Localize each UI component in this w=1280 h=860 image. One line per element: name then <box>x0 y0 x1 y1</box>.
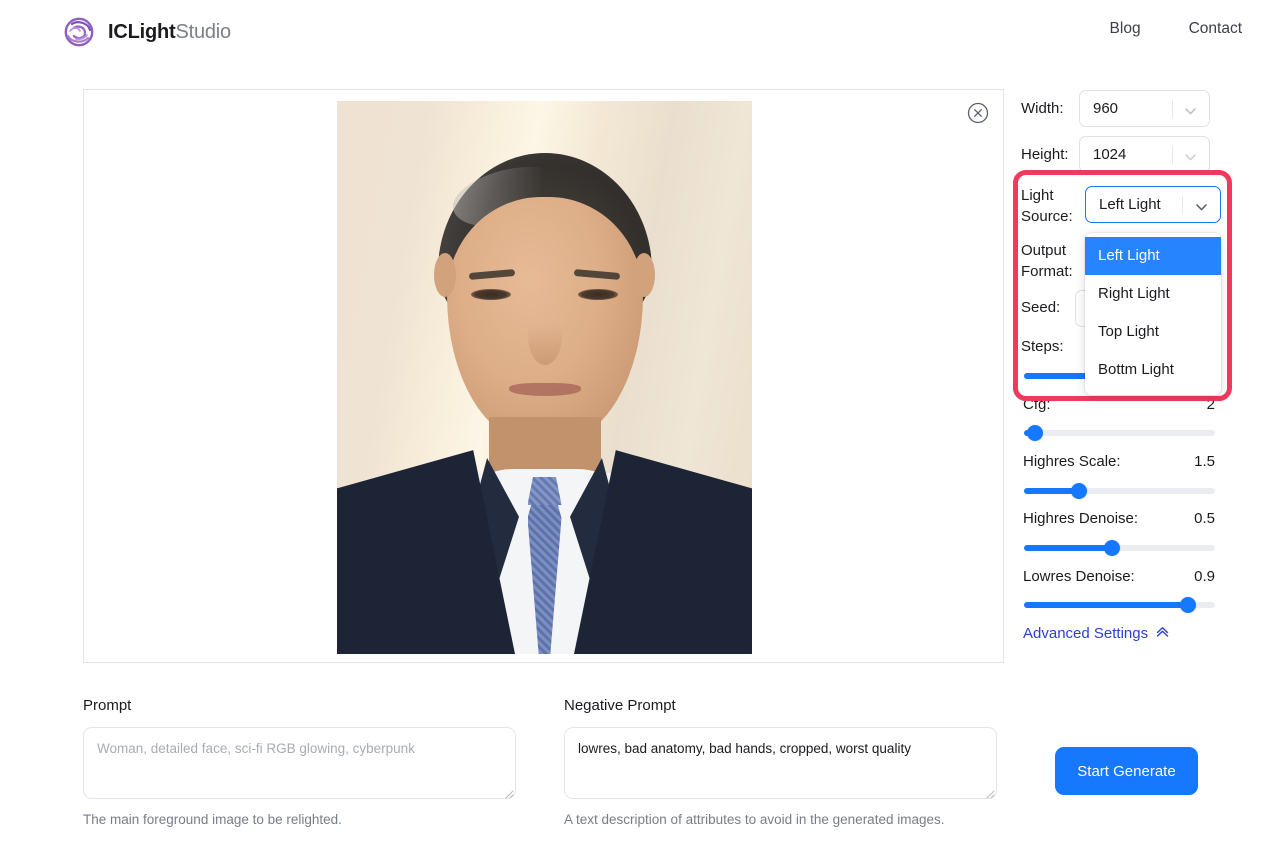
slider-thumb[interactable] <box>1180 597 1196 613</box>
app-root: ICLightStudio Blog Contact <box>0 0 1280 860</box>
advanced-settings-label: Advanced Settings <box>1023 625 1148 642</box>
light-source-value: Left Light <box>1099 196 1161 213</box>
lowres-denoise-value: 0.9 <box>1175 568 1215 585</box>
lowres-denoise-slider[interactable] <box>1024 602 1215 608</box>
nav-link-contact[interactable]: Contact <box>1189 20 1242 38</box>
foreground-image[interactable] <box>337 101 752 654</box>
cfg-value: 2 <box>1175 396 1215 413</box>
height-label: Height: <box>1021 146 1069 163</box>
brand-title: ICLightStudio <box>108 21 231 44</box>
advanced-settings-toggle[interactable]: Advanced Settings <box>1023 625 1170 642</box>
chevron-down-icon <box>1195 200 1208 217</box>
slider-thumb[interactable] <box>1027 425 1043 441</box>
width-value: 960 <box>1093 100 1118 117</box>
start-generate-button[interactable]: Start Generate <box>1055 747 1198 795</box>
dropdown-option-top-light[interactable]: Top Light <box>1085 313 1221 351</box>
select-divider <box>1172 146 1173 164</box>
dropdown-option-left-light[interactable]: Left Light <box>1085 237 1221 275</box>
photo-nose <box>528 307 562 365</box>
swirl-logo-icon <box>62 15 96 49</box>
negative-prompt-input[interactable]: lowres, bad anatomy, bad hands, cropped,… <box>564 727 997 799</box>
slider-fill <box>1024 545 1112 551</box>
brand-title-light: Studio <box>175 21 231 43</box>
app-header: ICLightStudio Blog Contact <box>0 0 1280 64</box>
slider-thumb[interactable] <box>1104 540 1120 556</box>
height-value: 1024 <box>1093 146 1126 163</box>
highres-scale-value: 1.5 <box>1175 453 1215 470</box>
photo-eye-right <box>578 289 618 300</box>
prompt-input[interactable]: Woman, detailed face, sci-fi RGB glowing… <box>83 727 516 799</box>
highres-denoise-label: Highres Denoise: <box>1023 510 1138 527</box>
chevron-down-icon <box>1184 104 1197 121</box>
slider-fill <box>1024 602 1188 608</box>
highres-denoise-value: 0.5 <box>1175 510 1215 527</box>
width-label: Width: <box>1021 100 1064 117</box>
light-source-label: Light Source: <box>1021 185 1083 227</box>
image-preview-panel <box>83 89 1004 663</box>
light-source-select[interactable]: Left Light <box>1085 186 1221 223</box>
negative-prompt-label: Negative Prompt <box>564 697 676 714</box>
light-source-dropdown[interactable]: Left Light Right Light Top Light Bottm L… <box>1085 233 1221 395</box>
negative-prompt-hint: A text description of attributes to avoi… <box>564 812 944 827</box>
slider-thumb[interactable] <box>1071 483 1087 499</box>
header-nav: Blog Contact <box>1110 20 1242 38</box>
width-select[interactable]: 960 <box>1079 90 1210 127</box>
dropdown-option-right-light[interactable]: Right Light <box>1085 275 1221 313</box>
slider-track <box>1024 430 1215 436</box>
nav-link-blog[interactable]: Blog <box>1110 20 1141 38</box>
photo-ear-left <box>434 253 456 297</box>
chevron-down-icon <box>1184 150 1197 167</box>
select-divider <box>1182 196 1183 214</box>
chevron-double-up-icon <box>1155 625 1170 642</box>
output-format-label: Output Format: <box>1021 240 1085 282</box>
photo-tie-knot <box>528 477 562 505</box>
cfg-label: Cfg: <box>1023 396 1051 413</box>
highres-scale-label: Highres Scale: <box>1023 453 1121 470</box>
brand-title-strong: ICLight <box>108 21 175 43</box>
height-select[interactable]: 1024 <box>1079 136 1210 173</box>
cfg-slider[interactable] <box>1024 430 1215 436</box>
dropdown-option-bottm-light[interactable]: Bottm Light <box>1085 351 1221 389</box>
prompt-hint: The main foreground image to be relighte… <box>83 812 342 827</box>
prompt-label: Prompt <box>83 697 131 714</box>
close-circle-icon[interactable] <box>966 101 990 125</box>
highres-denoise-slider[interactable] <box>1024 545 1215 551</box>
photo-eye-left <box>471 289 511 300</box>
highres-scale-slider[interactable] <box>1024 488 1215 494</box>
lowres-denoise-label: Lowres Denoise: <box>1023 568 1135 585</box>
photo-ear-right <box>633 253 655 297</box>
steps-label: Steps: <box>1021 338 1064 355</box>
select-divider <box>1172 100 1173 118</box>
seed-label: Seed: <box>1021 299 1060 316</box>
photo-mouth <box>509 383 581 396</box>
brand-logo[interactable]: ICLightStudio <box>62 15 231 49</box>
